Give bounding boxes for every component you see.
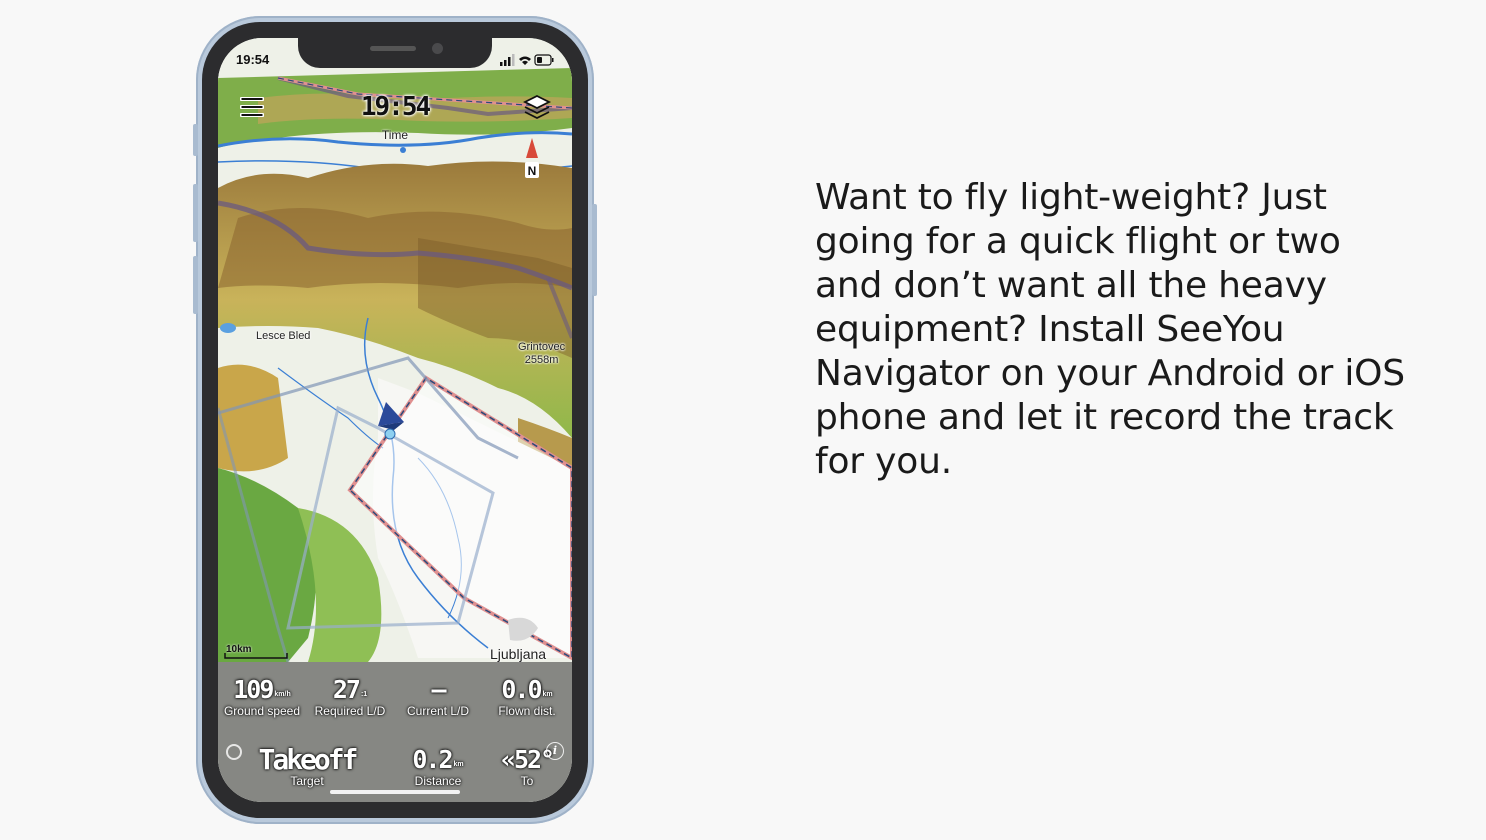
ground-speed-field[interactable]: 109 km/h Ground speed <box>218 675 306 719</box>
volume-up-button <box>193 184 198 242</box>
target-label: Target <box>290 774 324 788</box>
place-lesce-bled: Lesce Bled <box>256 330 311 342</box>
front-camera <box>432 43 443 54</box>
flown-dist-value: 0.0 <box>501 675 542 704</box>
phone-notch <box>298 38 492 68</box>
current-ld-label: Current L/D <box>406 704 470 718</box>
ground-speed-value: 109 <box>233 675 274 704</box>
flown-dist-unit: km <box>542 691 553 698</box>
target-field[interactable]: Takeoff Target <box>238 743 376 789</box>
required-ld-value: 27 <box>332 675 361 704</box>
status-bar-time: 19:54 <box>236 52 270 67</box>
promo-text: Want to fly light-weight? Just going for… <box>815 177 1405 482</box>
north-arrow-icon[interactable]: N <box>522 136 542 180</box>
menu-icon[interactable] <box>240 96 264 118</box>
power-button <box>592 204 597 296</box>
layers-icon[interactable] <box>522 92 552 122</box>
battery-icon <box>534 54 554 66</box>
time-label: Time <box>381 128 409 142</box>
flown-dist-label: Flown dist. <box>498 704 556 718</box>
flight-data-panel: 109 km/h Ground speed 27:1 Required L/D —… <box>218 662 572 802</box>
required-ld-unit: :1 <box>360 691 368 698</box>
phone-mockup: 19:54 19:54 Time N Lesce Bled Grintovec … <box>193 16 597 824</box>
place-ljubljana: Ljubljana <box>490 646 547 662</box>
cellular-signal-icon <box>500 54 515 66</box>
distance-field[interactable]: 0.2 km Distance <box>394 745 482 789</box>
silent-switch <box>193 124 198 156</box>
current-ld-value: — <box>431 675 446 704</box>
north-label: N <box>528 164 537 178</box>
mapbox-logo-icon[interactable] <box>226 744 242 760</box>
required-ld-field[interactable]: 27:1 Required L/D <box>306 675 394 719</box>
time-value: 19:54 <box>360 92 431 122</box>
place-grintovec-name: Grintovec <box>518 341 566 353</box>
info-icon[interactable]: i <box>546 742 564 760</box>
volume-down-button <box>193 256 198 314</box>
target-value: Takeoff <box>258 743 358 776</box>
place-grintovec: Grintovec 2558m <box>518 341 565 367</box>
speaker <box>370 46 416 51</box>
required-ld-label: Required L/D <box>314 704 386 718</box>
status-icons <box>500 54 554 66</box>
distance-unit: km <box>453 761 464 768</box>
distance-value: 0.2 <box>412 745 453 774</box>
wifi-icon <box>519 56 531 65</box>
home-indicator[interactable] <box>330 790 460 794</box>
place-grintovec-alt: 2558m <box>524 354 559 366</box>
distance-label: Distance <box>414 774 462 788</box>
current-ld-field[interactable]: — Current L/D <box>394 675 482 719</box>
flown-dist-field[interactable]: 0.0 km Flown dist. <box>482 675 572 719</box>
scale-bar <box>224 653 288 659</box>
ground-speed-label: Ground speed <box>223 704 301 718</box>
to-label: To <box>520 774 534 788</box>
ground-speed-unit: km/h <box>274 691 291 698</box>
phone-screen: 19:54 19:54 Time N Lesce Bled Grintovec … <box>218 38 572 802</box>
